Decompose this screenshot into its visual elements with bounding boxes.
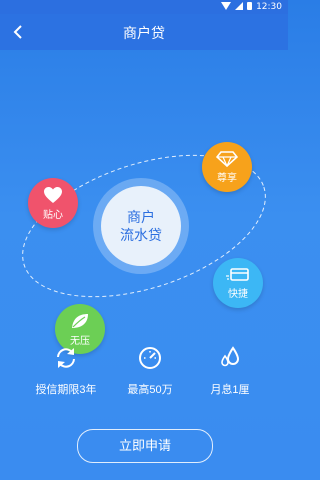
badge-card: 快捷: [213, 258, 263, 308]
gauge-icon: [139, 347, 161, 369]
status-time: 12:30: [256, 2, 282, 12]
refresh-icon: [57, 348, 75, 368]
nav-bar: 商户贷: [0, 14, 288, 50]
badge-heart-label: 贴心: [43, 209, 63, 221]
status-bar: 12:30: [0, 0, 288, 14]
signal-icon: [235, 2, 243, 10]
card-icon: [226, 267, 249, 281]
center-line-2: 流水贷: [120, 227, 162, 243]
features-row: 授信期限3年 最高50万 月息1厘: [0, 345, 288, 401]
feature-term: 授信期限3年: [18, 345, 114, 397]
page-title: 商户贷: [123, 25, 165, 41]
badge-gem-label: 尊享: [217, 172, 237, 184]
apply-button[interactable]: 立即申请: [77, 429, 213, 463]
center-badge-text: 商户 流水贷: [101, 186, 181, 266]
badge-card-label: 快捷: [228, 288, 248, 300]
status-icons: [221, 2, 252, 10]
feature-interest-label: 月息1厘: [210, 384, 250, 396]
feature-interest: 月息1厘: [182, 345, 278, 397]
drops-icon: [221, 346, 240, 367]
diamond-icon: [216, 150, 238, 167]
badge-heart: 贴心: [28, 178, 78, 228]
badge-gem: 尊享: [202, 142, 252, 192]
leaf-icon: [72, 313, 88, 328]
product-illustration: 商户 流水贷 贴心 尊享 快捷 无压: [0, 50, 288, 354]
center-badge: 商户 流水贷: [93, 178, 189, 274]
feature-term-label: 授信期限3年: [35, 384, 97, 396]
center-line-1: 商户: [127, 209, 155, 225]
heart-icon: [44, 186, 62, 203]
battery-icon: [247, 2, 252, 10]
wifi-icon: [221, 2, 231, 10]
